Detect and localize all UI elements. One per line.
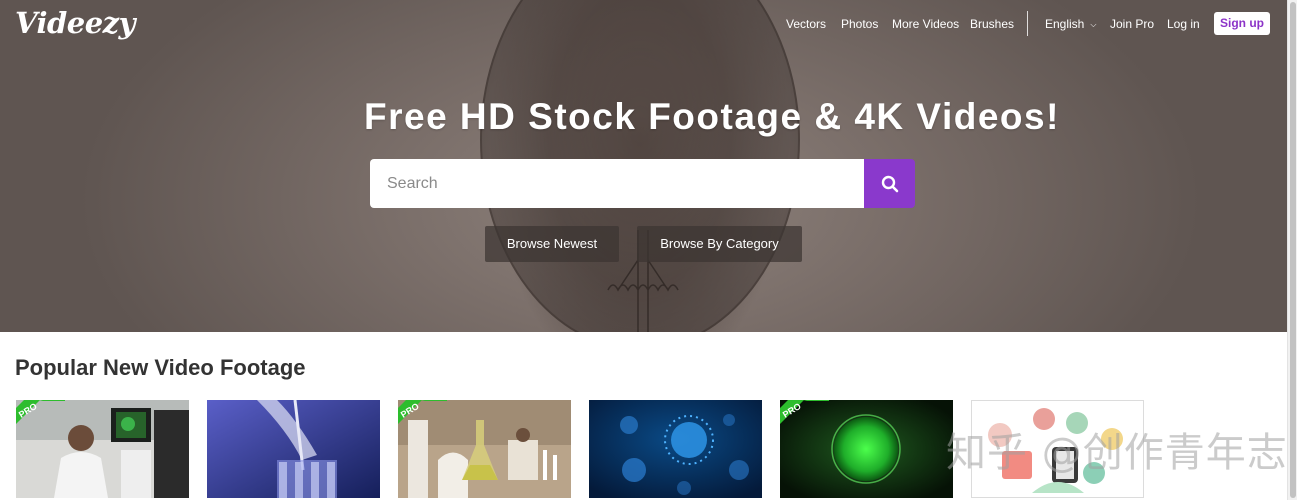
signup-button[interactable]: Sign up [1214,12,1270,35]
video-thumbnail[interactable]: PRO [780,400,953,498]
language-label: English [1045,17,1085,31]
page-scrollbar[interactable] [1287,0,1297,500]
nav-more-videos[interactable]: More Videos [892,17,959,31]
chevron-down-icon: ⌵ [1090,20,1097,29]
join-pro-link[interactable]: Join Pro [1110,17,1154,31]
pro-badge: PRO [398,400,447,427]
nav-vectors[interactable]: Vectors [786,17,826,31]
logo[interactable]: Videezy [15,6,136,40]
login-link[interactable]: Log in [1167,17,1200,31]
video-thumbnail[interactable]: PRO [16,400,189,498]
nav-photos[interactable]: Photos [841,17,878,31]
thumbnail-image [589,400,762,498]
nav-divider [1027,11,1028,36]
section-title: Popular New Video Footage [15,355,306,380]
search-icon [881,175,898,192]
search-button[interactable] [864,159,915,208]
video-thumbnail[interactable] [589,400,762,498]
video-thumbnail[interactable]: PRO [398,400,571,498]
browse-newest-button[interactable]: Browse Newest [485,226,619,262]
video-thumbnail[interactable] [207,400,380,498]
pro-badge: PRO [780,400,829,427]
thumbnail-image [207,400,380,498]
watermark-text: 知乎 @创作青年志 [946,430,1288,476]
hero-title: Free HD Stock Footage & 4K Videos! [364,96,1060,137]
browse-category-button[interactable]: Browse By Category [637,226,802,262]
search-input[interactable] [370,159,864,208]
scrollbar-thumb[interactable] [1290,2,1296,498]
language-selector[interactable]: English ⌵ [1045,17,1096,31]
nav-brushes[interactable]: Brushes [970,17,1014,31]
top-navigation: Videezy Vectors Photos More Videos Brush… [0,0,1287,48]
hero-banner: Videezy Vectors Photos More Videos Brush… [0,0,1287,332]
pro-badge: PRO [16,400,65,427]
